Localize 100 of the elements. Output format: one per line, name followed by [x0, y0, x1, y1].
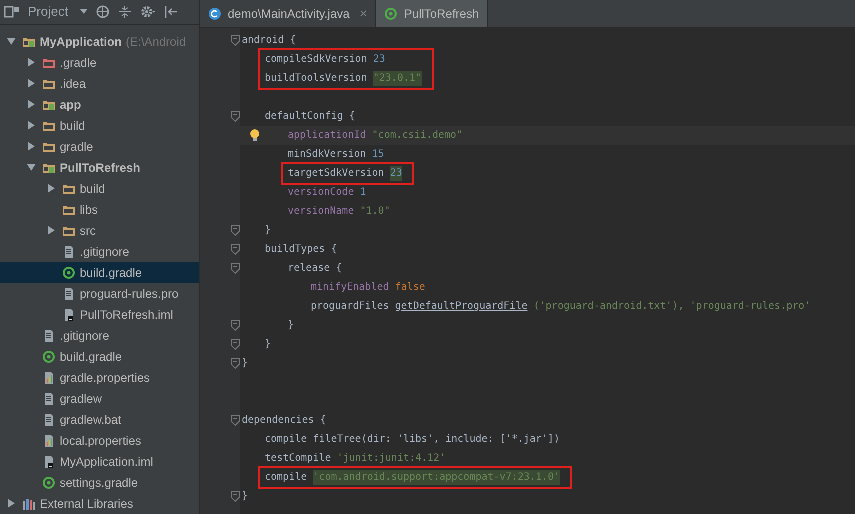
- collapsed-arrow-icon[interactable]: [26, 79, 36, 88]
- target-icon[interactable]: [96, 5, 110, 19]
- item-label: proguard-rules.pro: [80, 286, 179, 302]
- tree-item[interactable]: src: [0, 220, 199, 241]
- code-token: release {: [288, 262, 342, 276]
- tree-item[interactable]: build: [0, 178, 199, 199]
- code-token: 23: [390, 166, 402, 181]
- code-token: minSdkVersion: [288, 148, 366, 162]
- code-token: applicationId: [288, 129, 366, 143]
- text-file-icon: [62, 244, 76, 258]
- item-label: build.gradle: [80, 264, 142, 282]
- fold-marker-icon[interactable]: [231, 320, 240, 331]
- fold-marker-icon[interactable]: [231, 225, 240, 236]
- fold-marker-icon[interactable]: [231, 491, 240, 502]
- code-token: }: [265, 338, 272, 352]
- code-token: "23.0.1": [373, 71, 422, 86]
- editor-tab[interactable]: PullToRefresh: [376, 0, 488, 27]
- tree-item[interactable]: build.gradle: [0, 262, 199, 283]
- fold-marker-icon[interactable]: [231, 358, 240, 369]
- module-file-icon: [62, 308, 76, 322]
- item-label: build: [60, 118, 86, 134]
- module-file-icon: [42, 454, 56, 468]
- tree-item[interactable]: MyApplication.iml: [0, 451, 199, 472]
- tree-item[interactable]: PullToRefresh: [0, 157, 199, 178]
- code-token: targetSdkVersion: [288, 167, 384, 181]
- tree-item[interactable]: build.gradle: [0, 346, 199, 367]
- code-token: versionCode: [288, 186, 354, 200]
- code-token: proguardFiles: [311, 300, 390, 314]
- code-token: false: [395, 281, 426, 295]
- tree-item[interactable]: libs: [0, 199, 199, 220]
- code-token: testCompile: [265, 452, 332, 466]
- item-label: gradlew: [60, 390, 102, 408]
- code-token: }: [242, 490, 248, 504]
- item-label: local.properties: [60, 432, 142, 450]
- fold-marker-icon[interactable]: [231, 263, 240, 274]
- gradle-file-icon: [42, 350, 56, 364]
- item-label: External Libraries: [40, 496, 134, 512]
- lightbulb-icon[interactable]: [249, 128, 261, 142]
- text-file-icon: [42, 392, 56, 406]
- tree-item[interactable]: build: [0, 115, 199, 136]
- item-label: app: [60, 96, 82, 114]
- fold-marker-icon[interactable]: [231, 35, 240, 46]
- collapsed-arrow-icon[interactable]: [26, 100, 36, 109]
- tab-label: PullToRefresh: [404, 6, 480, 22]
- caret-icon: [80, 9, 88, 15]
- collapsed-arrow-icon[interactable]: [26, 142, 36, 151]
- class-icon: [208, 6, 222, 20]
- collapsed-arrow-icon[interactable]: [6, 499, 16, 508]
- fold-marker-icon[interactable]: [231, 244, 240, 255]
- tree-item[interactable]: proguard-rules.pro: [0, 283, 199, 304]
- hide-panel-icon[interactable]: [164, 5, 178, 19]
- item-label: build.gradle: [60, 348, 122, 366]
- gradle-file-icon: [62, 266, 76, 280]
- collapsed-arrow-icon[interactable]: [26, 121, 36, 130]
- tree-item[interactable]: .gitignore: [0, 241, 199, 262]
- tree-item[interactable]: gradlew.bat: [0, 409, 199, 430]
- item-label: PullToRefresh.iml: [80, 306, 174, 324]
- tree-item[interactable]: app: [0, 94, 199, 115]
- item-label: libs: [80, 202, 98, 218]
- item-label: .gitignore: [80, 244, 130, 260]
- fold-marker-icon[interactable]: [231, 339, 240, 350]
- code-token: buildTypes {: [265, 243, 338, 257]
- project-view-dropdown[interactable]: Project: [28, 2, 88, 22]
- item-label: .gradle: [60, 54, 97, 72]
- code-token: dependencies {: [242, 414, 326, 428]
- gradle-file-icon: [384, 6, 398, 20]
- project-view-icon: [4, 5, 20, 19]
- item-label: .idea: [60, 76, 86, 92]
- code-token: versionName: [288, 205, 354, 219]
- tree-item[interactable]: gradle: [0, 136, 199, 157]
- item-label: MyApplication: [40, 34, 122, 50]
- tree-item[interactable]: .gradle: [0, 52, 199, 73]
- collapse-icon[interactable]: [118, 5, 132, 19]
- expanded-arrow-icon[interactable]: [6, 37, 16, 46]
- collapsed-arrow-icon[interactable]: [46, 184, 56, 193]
- collapsed-arrow-icon[interactable]: [46, 226, 56, 235]
- close-icon[interactable]: ×: [360, 4, 368, 24]
- tree-item[interactable]: settings.gradle: [0, 472, 199, 493]
- code-token: ('proguard-android.txt'), 'proguard-rules.pro': [534, 300, 811, 314]
- tree-item[interactable]: local.properties: [0, 430, 199, 451]
- fold-marker-icon[interactable]: [231, 111, 240, 122]
- item-path: (E:\Android: [126, 34, 186, 50]
- expanded-arrow-icon[interactable]: [26, 163, 36, 172]
- tree-item[interactable]: .idea: [0, 73, 199, 94]
- code-token: compile: [265, 471, 308, 485]
- tree-item[interactable]: gradlew: [0, 388, 199, 409]
- fold-marker-icon[interactable]: [231, 415, 240, 426]
- tree-item[interactable]: PullToRefresh.iml: [0, 304, 199, 325]
- gradle-file-icon: [42, 476, 56, 490]
- code-token: }: [242, 357, 248, 371]
- code-token: defaultConfig {: [265, 110, 356, 124]
- tree-item[interactable]: MyApplication (E:\Android: [0, 31, 199, 52]
- tree-item[interactable]: External Libraries: [0, 493, 199, 514]
- tree-item[interactable]: .gitignore: [0, 325, 199, 346]
- collapsed-arrow-icon[interactable]: [26, 58, 36, 67]
- code-token: }: [265, 224, 272, 238]
- code-token: compileSdkVersion: [265, 53, 368, 67]
- settings-icon[interactable]: [140, 5, 156, 19]
- code-token: getDefaultProguardFile: [395, 300, 528, 314]
- tree-item[interactable]: gradle.properties: [0, 367, 199, 388]
